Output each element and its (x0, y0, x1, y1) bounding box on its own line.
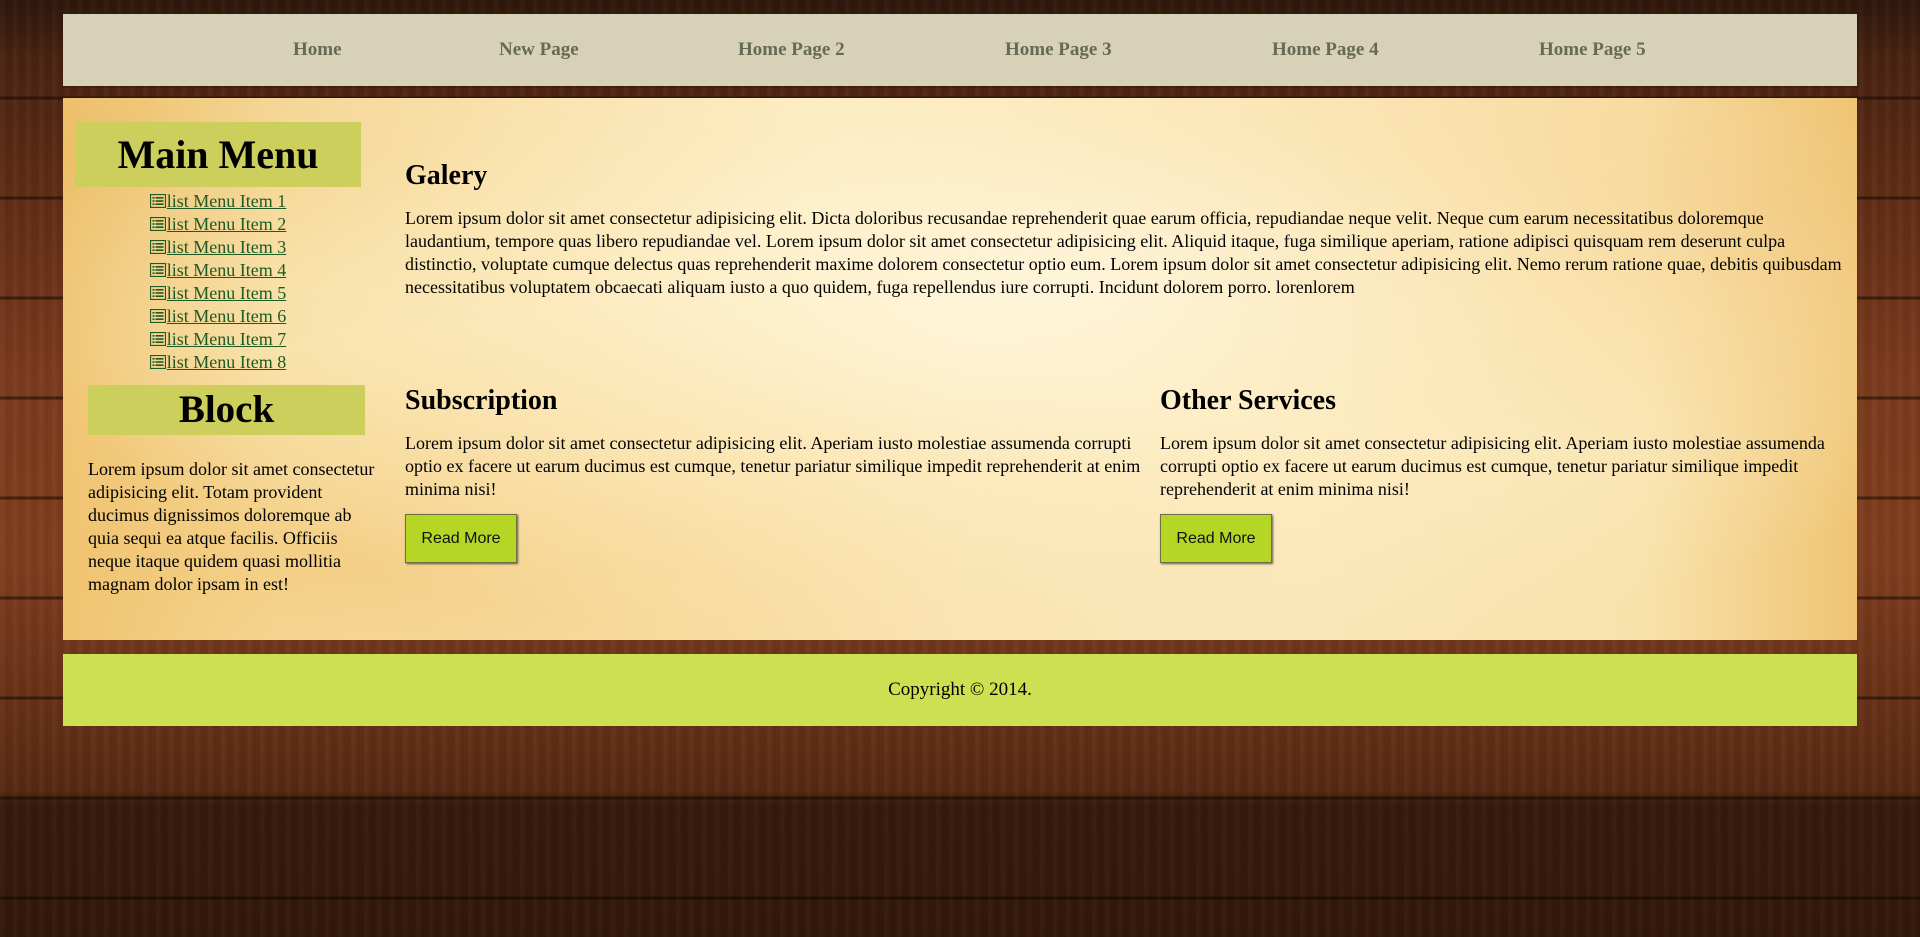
other-services-text: Lorem ipsum dolor sit amet consectetur a… (1160, 433, 1825, 499)
subscription-text: Lorem ipsum dolor sit amet consectetur a… (405, 433, 1141, 499)
menu-item-label: list Menu Item 3 (166, 237, 287, 257)
list-item: list Menu Item 3 (63, 236, 373, 259)
list-item: list Menu Item 2 (63, 213, 373, 236)
menu-item-link-8[interactable]: list Menu Item 8 (149, 352, 287, 372)
list-icon (149, 352, 166, 370)
nav-link-home-page-3[interactable]: Home Page 3 (1005, 14, 1112, 86)
other-services-title: Other Services (1160, 385, 1336, 416)
menu-item-link-5[interactable]: list Menu Item 5 (149, 283, 287, 303)
subscription-title: Subscription (405, 385, 558, 416)
nav-link-home-page-4[interactable]: Home Page 4 (1272, 14, 1379, 86)
menu-item-label: list Menu Item 7 (166, 329, 287, 349)
galery-text: Lorem ipsum dolor sit amet consectetur a… (405, 208, 1842, 297)
main-menu-title-box: Main Menu (75, 122, 361, 187)
menu-item-label: list Menu Item 4 (166, 260, 287, 280)
block-title: Block (178, 388, 275, 431)
nav-link-home-page-5[interactable]: Home Page 5 (1539, 14, 1646, 86)
footer: Copyright © 2014. (63, 654, 1857, 726)
menu-item-label: list Menu Item 6 (166, 306, 287, 326)
top-navigation: Home New Page Home Page 2 Home Page 3 Ho… (63, 14, 1857, 86)
list-icon (149, 237, 166, 255)
list-item: list Menu Item 4 (63, 259, 373, 282)
list-item: list Menu Item 1 (63, 190, 373, 213)
menu-item-link-1[interactable]: list Menu Item 1 (149, 191, 287, 211)
list-item: list Menu Item 5 (63, 282, 373, 305)
menu-item-link-4[interactable]: list Menu Item 4 (149, 260, 287, 280)
content-panel: Main Menu list Menu Item 1 list Menu Ite… (63, 98, 1857, 640)
list-icon (149, 214, 166, 232)
menu-item-link-7[interactable]: list Menu Item 7 (149, 329, 287, 349)
copyright-text: Copyright © 2014. (888, 679, 1032, 700)
block-text: Lorem ipsum dolor sit amet consectetur a… (88, 459, 375, 594)
list-item: list Menu Item 6 (63, 305, 373, 328)
other-services-read-more-button[interactable]: Read More (1160, 514, 1272, 563)
list-icon (149, 306, 166, 324)
list-item: list Menu Item 8 (63, 351, 373, 374)
menu-item-label: list Menu Item 8 (166, 352, 287, 372)
menu-item-label: list Menu Item 5 (166, 283, 287, 303)
menu-item-label: list Menu Item 2 (166, 214, 287, 234)
list-icon (149, 329, 166, 347)
nav-link-home-page-2[interactable]: Home Page 2 (738, 14, 845, 86)
list-item: list Menu Item 7 (63, 328, 373, 351)
menu-item-label: list Menu Item 1 (166, 191, 287, 211)
nav-link-new-page[interactable]: New Page (499, 14, 579, 86)
list-icon (149, 191, 166, 209)
menu-item-link-3[interactable]: list Menu Item 3 (149, 237, 287, 257)
menu-item-link-2[interactable]: list Menu Item 2 (149, 214, 287, 234)
nav-link-home[interactable]: Home (293, 14, 342, 86)
galery-title: Galery (405, 160, 488, 191)
main-menu-title: Main Menu (117, 132, 319, 177)
list-icon (149, 283, 166, 301)
main-menu-list: list Menu Item 1 list Menu Item 2 list M… (63, 190, 373, 374)
menu-item-link-6[interactable]: list Menu Item 6 (149, 306, 287, 326)
list-icon (149, 260, 166, 278)
subscription-read-more-button[interactable]: Read More (405, 514, 517, 563)
block-title-box: Block (88, 385, 365, 435)
